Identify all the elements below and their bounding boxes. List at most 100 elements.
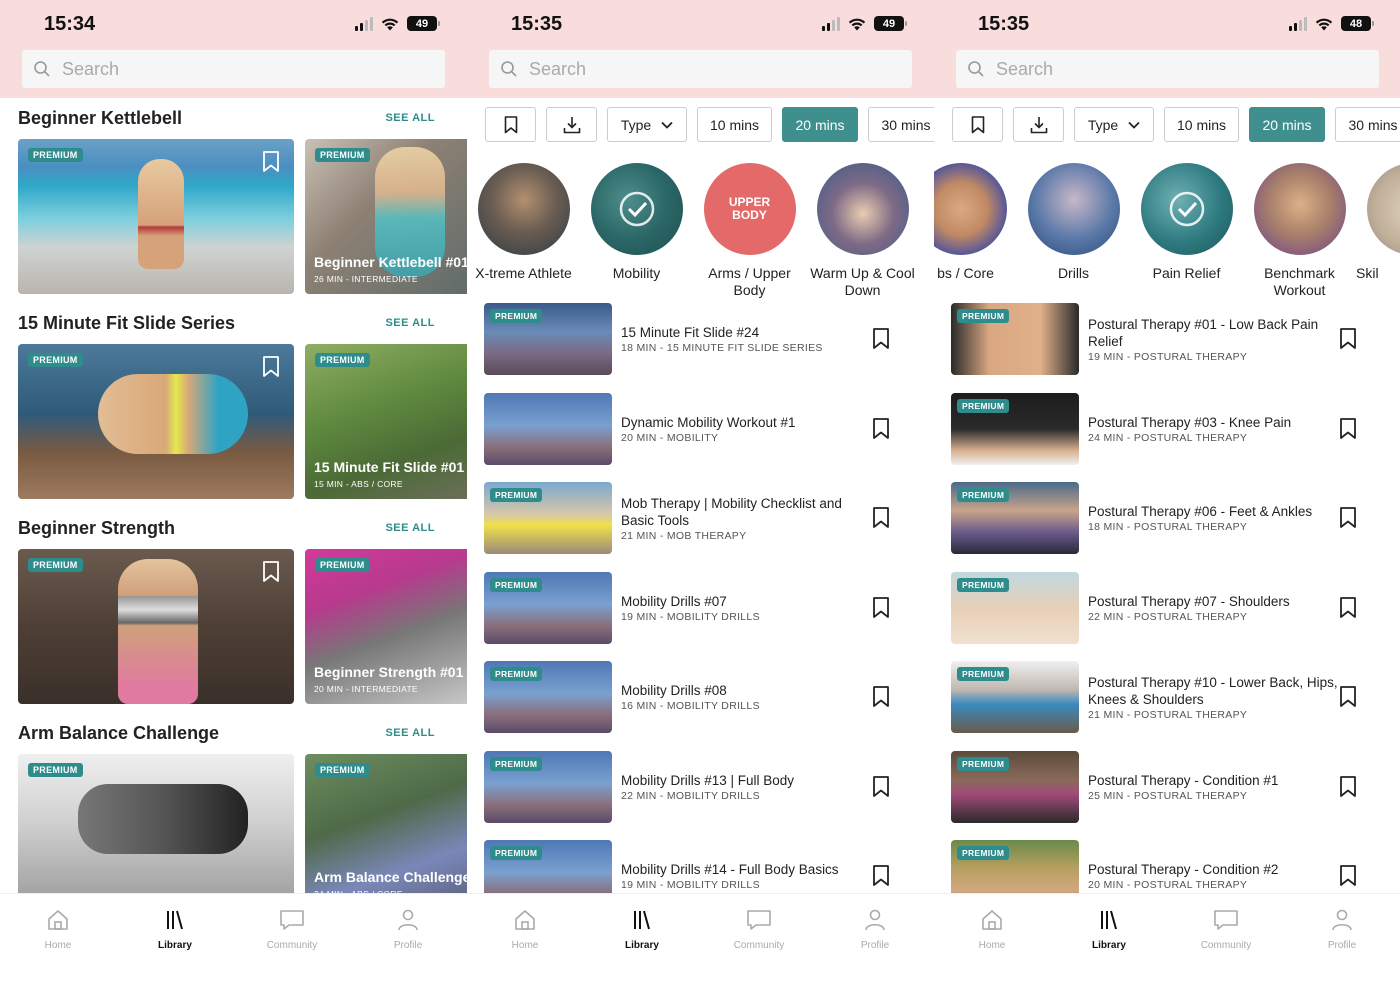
library-icon <box>1101 910 1117 930</box>
category-skills[interactable]: Skil <box>1356 163 1400 282</box>
bookmark-icon[interactable] <box>262 151 280 173</box>
type-dropdown[interactable]: Type <box>607 107 687 142</box>
bookmark-filter-button[interactable] <box>485 107 536 142</box>
header: 15:34 49 <box>0 0 467 98</box>
see-all-link[interactable]: SEE ALL <box>385 727 435 739</box>
bookmark-icon[interactable] <box>872 865 890 887</box>
workout-card[interactable]: PREMIUM <box>18 139 294 294</box>
workout-row[interactable]: PREMIUM Postural Therapy #03 - Knee Pain 2… <box>951 392 1391 465</box>
workout-card[interactable]: PREMIUM Beginner Kettlebell #01 26 MIN -… <box>305 139 467 294</box>
search-bar[interactable] <box>489 50 912 88</box>
search-bar[interactable] <box>22 50 445 88</box>
see-all-link[interactable]: SEE ALL <box>385 522 435 534</box>
workout-row[interactable]: PREMIUM Postural Therapy #01 - Low Back P… <box>951 303 1391 375</box>
download-icon <box>563 116 580 133</box>
bookmark-icon[interactable] <box>872 686 890 708</box>
workout-thumbnail: PREMIUM <box>951 661 1079 733</box>
tab-profile[interactable]: Profile <box>1302 908 1382 951</box>
bookmark-icon[interactable] <box>872 507 890 529</box>
type-dropdown[interactable]: Type <box>1074 107 1154 142</box>
home-icon <box>515 910 535 930</box>
workout-text: Mobility Drills #08 16 MIN - MOBILITY DRI… <box>621 661 871 733</box>
workout-meta: 16 MIN - MOBILITY DRILLS <box>621 700 760 712</box>
category-pain-relief[interactable]: Pain Relief <box>1130 163 1243 282</box>
workout-row[interactable]: PREMIUM 15 Minute Fit Slide #24 18 MIN - 1… <box>484 303 924 375</box>
category-xtreme-athlete[interactable]: X-treme Athlete <box>467 163 580 282</box>
workout-meta: 18 MIN - 15 MINUTE FIT SLIDE SERIES <box>621 342 823 354</box>
bookmark-icon[interactable] <box>872 775 890 798</box>
workout-row[interactable]: PREMIUM Postural Therapy #10 - Lower Back… <box>951 661 1391 733</box>
workout-card[interactable]: PREMIUM <box>18 549 294 704</box>
workout-row[interactable]: PREMIUM Postural Therapy - Condition #1 25… <box>951 750 1391 823</box>
workout-row[interactable]: PREMIUM Postural Therapy #07 - Shoulders 2… <box>951 571 1391 644</box>
workout-row[interactable]: PREMIUM Mobility Drills #13 | Full Body 22… <box>484 750 924 823</box>
tab-library[interactable]: Library <box>135 908 215 951</box>
workout-row[interactable]: PREMIUM Mobility Drills #08 16 MIN - MOBIL… <box>484 661 924 733</box>
search-input[interactable] <box>529 58 829 80</box>
duration-30-button[interactable]: 30 mins <box>868 107 934 142</box>
bookmark-icon[interactable] <box>872 417 890 440</box>
tab-library[interactable]: Library <box>1069 908 1149 951</box>
duration-10-button[interactable]: 10 mins <box>1164 107 1239 142</box>
workout-card[interactable]: PREMIUM <box>18 754 294 909</box>
filter-bar: Type 10 mins 20 mins 30 mins <box>952 107 1400 142</box>
see-all-link[interactable]: SEE ALL <box>385 112 435 124</box>
tab-profile[interactable]: Profile <box>368 908 448 951</box>
bookmark-icon[interactable] <box>1339 775 1357 798</box>
card-meta: 20 MIN - INTERMEDIATE <box>314 684 418 694</box>
search-input[interactable] <box>996 58 1296 80</box>
tab-community[interactable]: Community <box>1186 908 1266 951</box>
bookmark-icon[interactable] <box>872 596 890 619</box>
status-icons: 48 <box>1289 16 1374 31</box>
workout-title: Postural Therapy - Condition #2 <box>1088 862 1279 877</box>
tab-home[interactable]: Home <box>18 908 98 951</box>
workout-title: Postural Therapy #01 - Low Back Pain Rel… <box>1088 316 1319 349</box>
bookmark-icon[interactable] <box>872 328 890 350</box>
bookmark-icon[interactable] <box>1339 507 1357 529</box>
bookmark-icon[interactable] <box>1339 686 1357 708</box>
workout-row[interactable]: Dynamic Mobility Workout #1 20 MIN - MOBI… <box>484 392 924 465</box>
bookmark-icon[interactable] <box>262 356 280 378</box>
duration-20-button[interactable]: 20 mins <box>782 107 858 142</box>
download-filter-button[interactable] <box>546 107 597 142</box>
workout-meta: 21 MIN - MOB THERAPY <box>621 529 747 542</box>
workout-row[interactable]: PREMIUM Postural Therapy #06 - Feet & Ank… <box>951 482 1391 554</box>
category-benchmark-workout[interactable]: Benchmark Workout <box>1243 163 1356 299</box>
tab-library[interactable]: Library <box>602 908 682 951</box>
tab-community[interactable]: Community <box>719 908 799 951</box>
workout-row[interactable]: PREMIUM Mob Therapy | Mobility Checklist … <box>484 482 924 554</box>
bookmark-icon[interactable] <box>1339 865 1357 887</box>
search-input[interactable] <box>62 58 362 80</box>
workout-card[interactable]: PREMIUM 15 Minute Fit Slide #01 15 MIN -… <box>305 344 467 499</box>
workout-text: Postural Therapy #10 - Lower Back, Hips,… <box>1088 661 1338 733</box>
search-bar[interactable] <box>956 50 1379 88</box>
workout-row[interactable]: PREMIUM Mobility Drills #07 19 MIN - MOBIL… <box>484 571 924 644</box>
workout-card[interactable]: PREMIUM Arm Balance Challenge 24 MIN - A… <box>305 754 467 909</box>
premium-badge: PREMIUM <box>957 309 1010 323</box>
duration-10-button[interactable]: 10 mins <box>697 107 772 142</box>
bookmark-filter-button[interactable] <box>952 107 1003 142</box>
workout-title: Mobility Drills #14 - Full Body Basics <box>621 862 839 877</box>
category-arms-upper-body[interactable]: UPPER BODY Arms / Upper Body <box>693 163 806 299</box>
tab-home[interactable]: Home <box>485 908 565 951</box>
workout-card[interactable]: PREMIUM <box>18 344 294 499</box>
duration-20-button[interactable]: 20 mins <box>1249 107 1325 142</box>
category-label: bs / Core <box>937 265 994 281</box>
bookmark-icon[interactable] <box>1339 328 1357 350</box>
signal-icon <box>1289 16 1307 31</box>
bookmark-icon[interactable] <box>1339 596 1357 619</box>
category-drills[interactable]: Drills <box>1017 163 1130 282</box>
bookmark-icon[interactable] <box>262 561 280 583</box>
bookmark-icon[interactable] <box>1339 417 1357 440</box>
tab-profile[interactable]: Profile <box>835 908 915 951</box>
tab-community[interactable]: Community <box>252 908 332 951</box>
workout-title: Mobility Drills #08 <box>621 683 727 698</box>
duration-30-button[interactable]: 30 mins <box>1335 107 1400 142</box>
download-filter-button[interactable] <box>1013 107 1064 142</box>
category-warm-up-cool-down[interactable]: Warm Up & Cool Down <box>806 163 919 299</box>
tab-home[interactable]: Home <box>952 908 1032 951</box>
workout-card[interactable]: PREMIUM Beginner Strength #01 20 MIN - I… <box>305 549 467 704</box>
see-all-link[interactable]: SEE ALL <box>385 317 435 329</box>
category-mobility[interactable]: Mobility <box>580 163 693 282</box>
category-abs-core[interactable]: bs / Core <box>934 163 1017 282</box>
